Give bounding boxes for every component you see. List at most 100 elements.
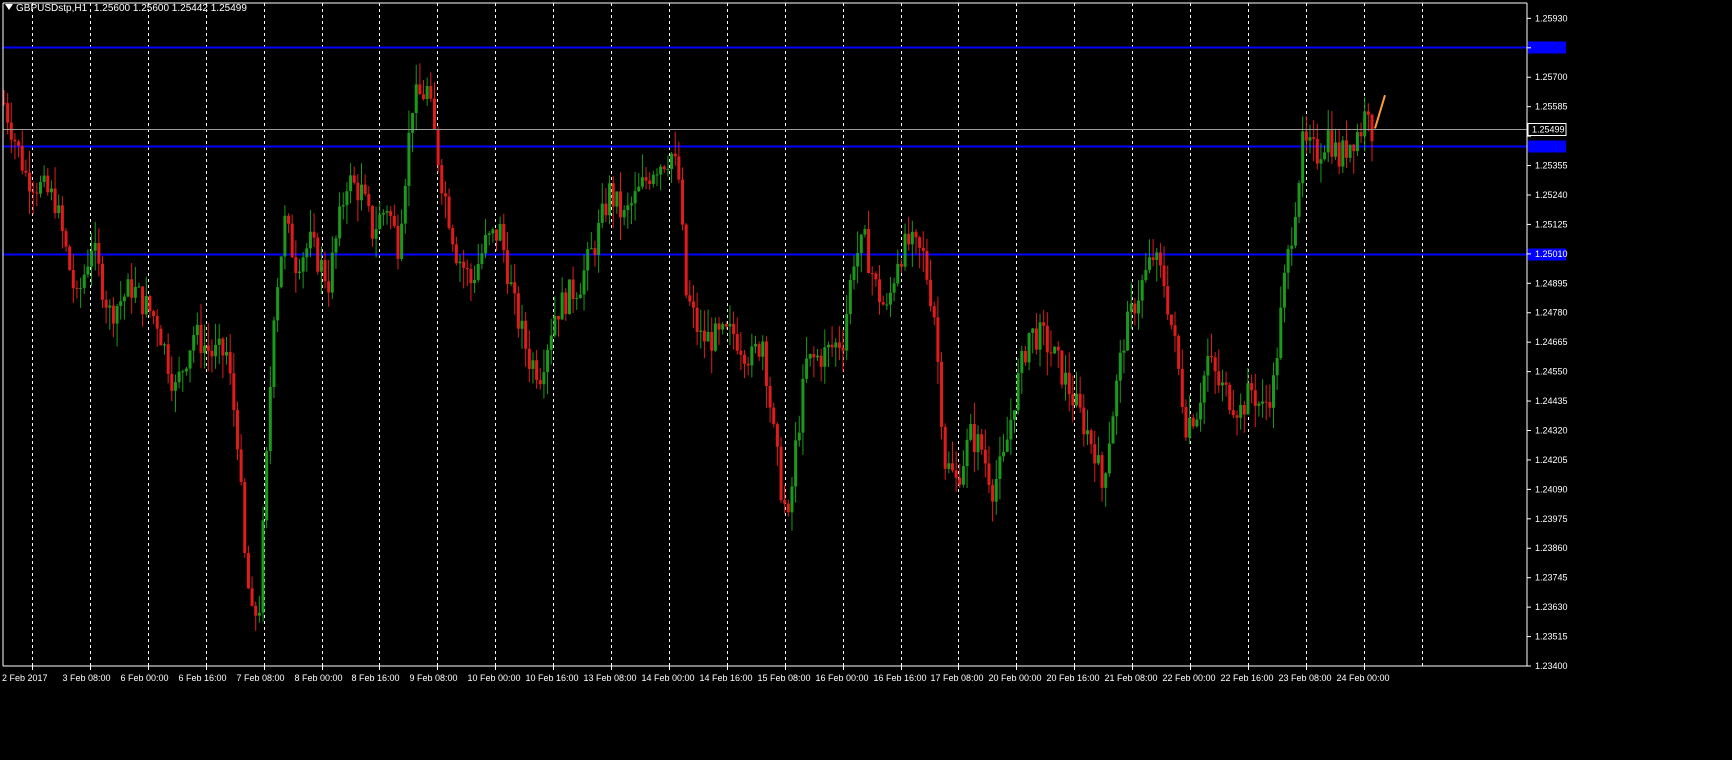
x-tick-label: 2 Feb 2017	[2, 673, 48, 683]
candle-body	[797, 432, 801, 441]
candle-body	[1169, 314, 1173, 326]
candle-body	[1177, 335, 1181, 369]
candle-body	[119, 301, 123, 307]
candle-body	[896, 263, 900, 284]
candle-body	[1319, 159, 1323, 164]
candle-body	[837, 342, 841, 348]
candle-body	[961, 466, 965, 485]
candle-body	[1151, 257, 1155, 261]
y-tick-label: 1.24665	[1535, 337, 1568, 347]
candle-body	[856, 253, 860, 267]
candle-body	[706, 332, 710, 342]
candle-body	[195, 324, 199, 336]
candle-body	[918, 237, 922, 248]
candle-body	[1133, 303, 1137, 314]
candle-body	[1162, 265, 1166, 287]
trend-line[interactable]	[1374, 94, 1386, 129]
candle-body	[589, 248, 593, 250]
candle-body	[422, 94, 426, 100]
candle-body	[673, 153, 677, 157]
candle-body	[414, 84, 418, 114]
candle-body	[443, 193, 447, 197]
candle-body	[137, 286, 141, 288]
candle-body	[1045, 325, 1049, 353]
candle-body	[527, 348, 531, 369]
candle-body	[352, 175, 356, 183]
candle-body	[549, 335, 553, 350]
candle-body	[640, 177, 644, 187]
candle-body	[775, 424, 779, 447]
candle-body	[980, 434, 984, 450]
candle-body	[363, 184, 367, 195]
candle-body	[498, 223, 502, 241]
candle-body	[1359, 132, 1363, 137]
candle-body	[910, 231, 914, 245]
candle-body	[484, 235, 488, 254]
x-tick-label: 20 Feb 00:00	[989, 673, 1042, 683]
candle-body	[721, 324, 725, 330]
candle-body	[713, 323, 717, 351]
candle-body	[432, 98, 436, 130]
chart-window[interactable]: 1.25499 1.25930 1.25700 1.25585 1.25355 1.25…	[0, 0, 1732, 760]
candle-body	[75, 288, 79, 290]
candle-body	[513, 282, 517, 294]
candle-body	[790, 486, 794, 513]
candle-body	[1282, 272, 1286, 308]
candle-body	[297, 271, 301, 273]
x-tick-label: 21 Feb 08:00	[1105, 673, 1158, 683]
candle-body	[130, 279, 134, 298]
candle-body	[950, 463, 954, 471]
candle-body	[994, 478, 998, 502]
candle-body	[987, 463, 991, 486]
candle-body	[221, 338, 225, 356]
candle-body	[1180, 368, 1184, 408]
level-price-tag	[1528, 140, 1566, 153]
x-tick-label: 7 Feb 08:00	[237, 673, 285, 683]
candle-body	[929, 279, 933, 307]
candle-body	[1126, 311, 1130, 351]
candle-body	[71, 269, 75, 289]
candle-body	[312, 231, 316, 238]
candle-body	[1228, 384, 1232, 411]
candle-body	[1038, 322, 1042, 350]
candle-body	[567, 279, 571, 315]
price-chart[interactable]: 1.25499 1.259301.257001.255851.253551.25…	[0, 0, 1732, 760]
candle-body	[892, 283, 896, 293]
x-tick-label: 15 Feb 08:00	[758, 673, 811, 683]
candle-body	[199, 324, 203, 354]
candle-body	[940, 361, 944, 427]
collapse-triangle-icon[interactable]	[5, 4, 13, 10]
candle-body	[1206, 356, 1210, 376]
x-tick-label: 14 Feb 00:00	[642, 673, 695, 683]
candle-body	[290, 223, 294, 258]
candle-body	[1304, 131, 1308, 141]
candle-body	[1366, 111, 1370, 115]
x-tick-label: 6 Feb 00:00	[121, 673, 169, 683]
candle-body	[903, 233, 907, 267]
candle-body	[670, 153, 674, 170]
x-tick-label: 16 Feb 16:00	[874, 673, 927, 683]
candle-body	[46, 175, 50, 193]
candle-body	[1082, 407, 1086, 435]
candle-body	[783, 500, 787, 504]
candle-body	[619, 191, 623, 218]
grid-lines	[32, 3, 1423, 666]
candle-body	[1064, 372, 1068, 385]
candle-body	[768, 386, 772, 408]
candle-body	[24, 170, 28, 173]
candle-body	[1352, 144, 1356, 152]
candle-body	[192, 335, 196, 351]
candle-body	[1253, 390, 1257, 406]
candle-body	[695, 307, 699, 332]
candle-body	[739, 350, 743, 355]
candle-body	[888, 292, 892, 305]
candle-body	[1209, 356, 1213, 358]
candle-body	[1078, 393, 1082, 408]
candle-body	[1261, 401, 1265, 404]
candle-body	[845, 313, 849, 351]
candle-body	[261, 520, 265, 613]
candle-body	[1111, 416, 1115, 444]
candle-body	[82, 274, 86, 288]
candle-body	[1023, 350, 1027, 363]
candle-body	[965, 439, 969, 467]
